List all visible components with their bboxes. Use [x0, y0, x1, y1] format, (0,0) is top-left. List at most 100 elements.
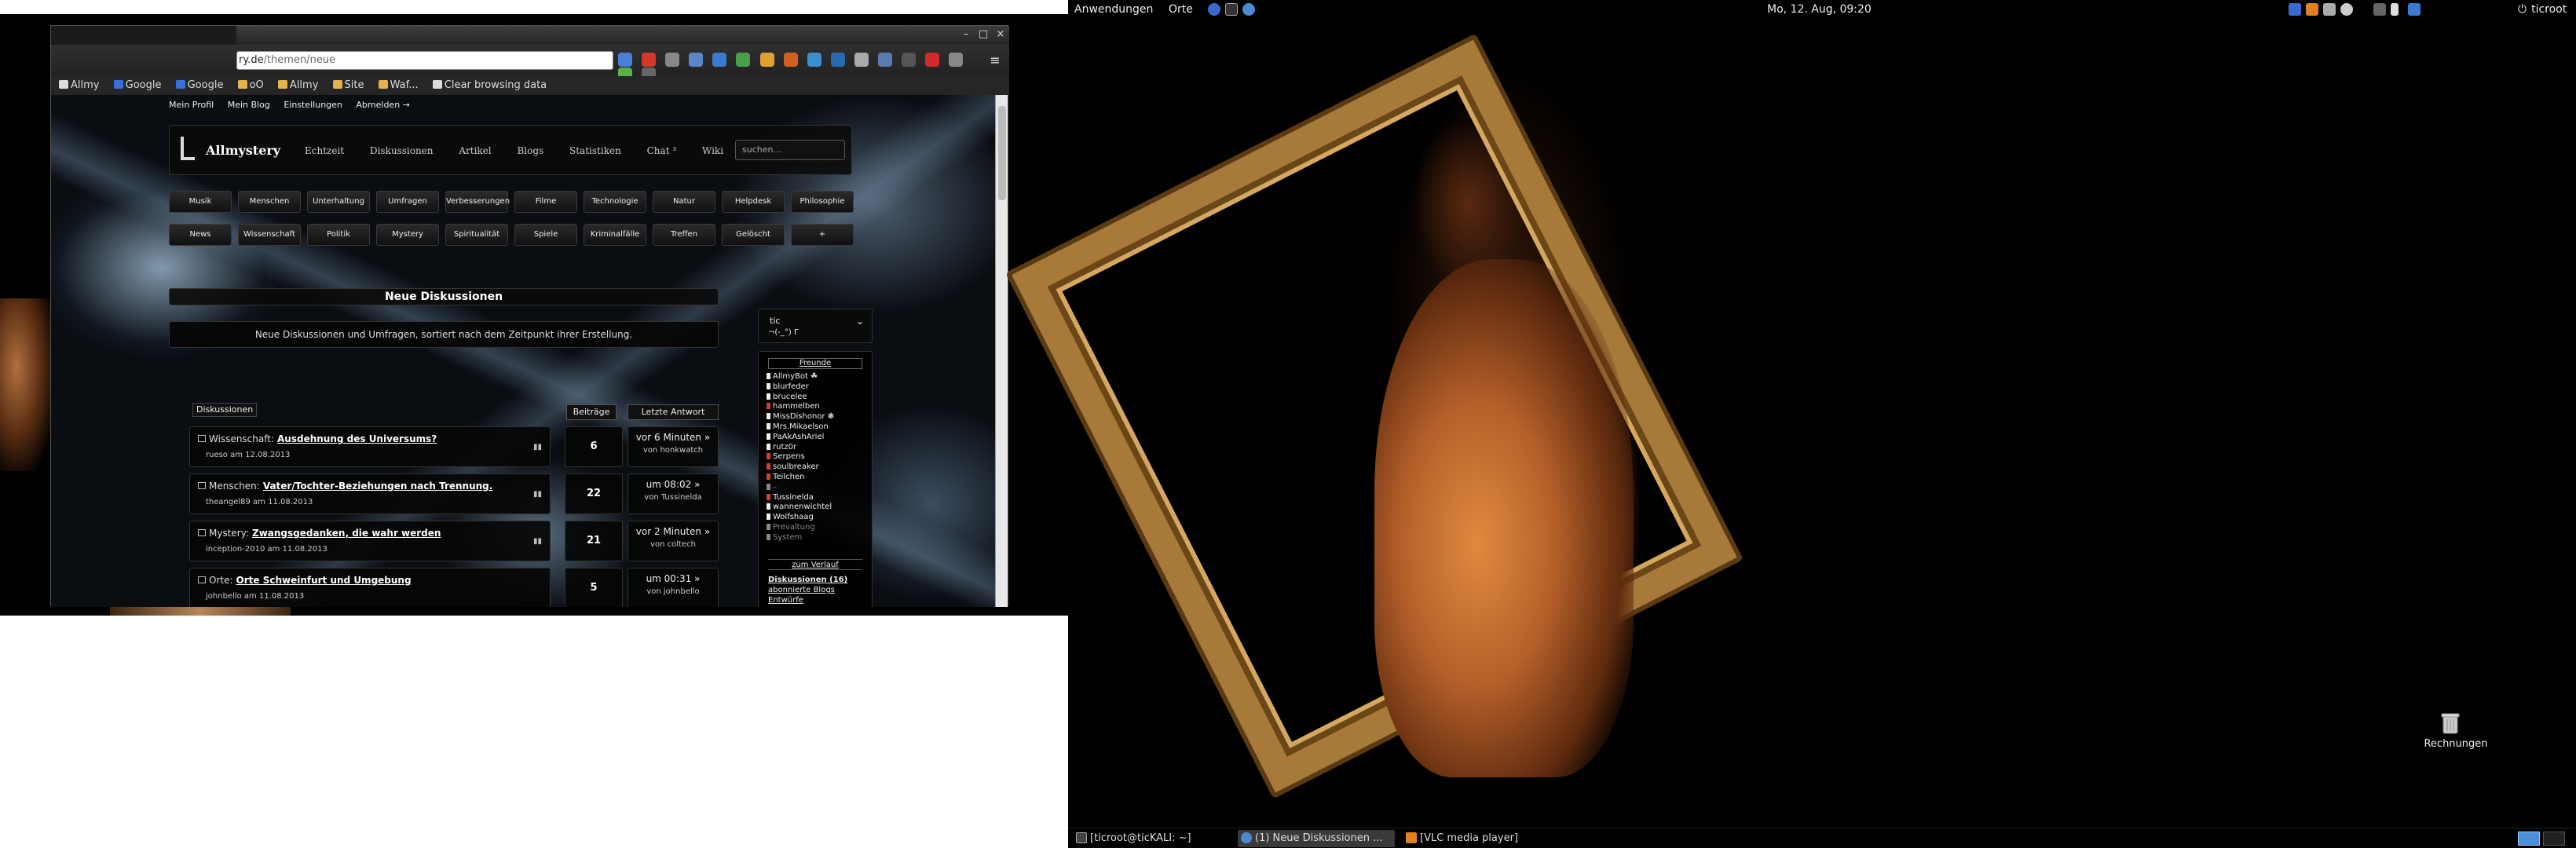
friend-item[interactable]: Prevaltung [767, 523, 869, 533]
extension-icon[interactable] [854, 53, 869, 67]
bookmark-folder[interactable]: Allmy [277, 76, 318, 95]
thread-last-reply[interactable]: um 00:31 » von johnbello [628, 568, 719, 607]
category-button[interactable]: Musik [169, 191, 232, 213]
category-button[interactable]: News [169, 224, 232, 246]
thread-last-reply[interactable]: vor 6 Minuten » von honkwatch [628, 426, 719, 467]
extension-icon[interactable] [807, 53, 821, 67]
network-icon[interactable] [2408, 3, 2420, 16]
last-reply-time[interactable]: vor 2 Minuten » [628, 526, 718, 537]
taskbar-item-vlc[interactable]: [VLC media player] [1403, 830, 1560, 847]
nav-artikel[interactable]: Artikel [459, 145, 491, 156]
search-input[interactable]: suchen... [735, 140, 845, 160]
chevron-down-icon[interactable]: ⌄ [856, 316, 864, 327]
extension-icon[interactable] [642, 53, 657, 67]
desktop-icon-label[interactable]: Rechnungen [2422, 738, 2490, 750]
places-menu[interactable]: Orte [1169, 0, 1193, 19]
maximize-button[interactable]: □ [976, 28, 990, 41]
extension-icon[interactable] [665, 53, 680, 67]
kali-launcher-icon[interactable] [1208, 3, 1220, 16]
friend-item[interactable]: soulbreaker [767, 462, 869, 473]
nav-echtzeit[interactable]: Echtzeit [305, 145, 344, 156]
thread-title-link[interactable]: Vater/Tochter-Beziehungen nach Trennung. [263, 481, 493, 492]
clock[interactable]: Mo, 12. Aug, 09:20 [1767, 0, 1872, 19]
site-logo[interactable]: Allmystery [206, 143, 280, 158]
category-button[interactable]: Politik [307, 224, 370, 246]
friend-item[interactable]: AllmyBot ☘ [767, 372, 869, 382]
gear-icon[interactable] [2340, 3, 2353, 16]
extension-icon[interactable] [783, 53, 798, 67]
close-button[interactable]: × [993, 28, 1008, 41]
thread-category[interactable]: Wissenschaft: [209, 433, 274, 444]
user-panel[interactable]: tic ¬(-_°) Γ ⌄ [758, 309, 873, 343]
bookmark-item[interactable]: Clear browsing data [432, 76, 547, 95]
friend-item[interactable]: MissDishonor ❃ [767, 412, 869, 422]
my-discussions-link[interactable]: Diskussionen (16) [768, 575, 847, 585]
thread-category[interactable]: Mystery: [209, 528, 249, 539]
extension-icon[interactable] [759, 53, 774, 67]
taskbar-item-browser[interactable]: (1) Neue Diskussionen ... [1238, 830, 1395, 847]
volume-icon[interactable] [2373, 3, 2386, 16]
more-categories-button[interactable]: + [791, 224, 854, 246]
thread-title-link[interactable]: Orte Schweinfurt und Umgebung [236, 575, 412, 586]
extension-icon[interactable] [949, 53, 964, 67]
last-reply-time[interactable]: um 00:31 » [628, 573, 718, 584]
friend-item[interactable]: Serpens [767, 452, 869, 462]
friend-item[interactable]: hammelben [767, 402, 869, 412]
bookmark-item[interactable]: Google [175, 76, 223, 95]
category-button[interactable]: Treffen [653, 224, 715, 246]
extension-icon[interactable] [736, 53, 751, 67]
nav-chat[interactable]: Chat ³ [647, 145, 677, 156]
friend-item[interactable]: Wolfshaag [767, 513, 869, 523]
browser-titlebar[interactable]: – □ × [236, 26, 1009, 45]
nav-diskussionen[interactable]: Diskussionen [370, 145, 434, 156]
hamburger-menu-icon[interactable]: ≡ [987, 53, 1003, 68]
friends-header[interactable]: Freunde [768, 358, 862, 369]
browser-launcher-icon[interactable] [1242, 3, 1255, 16]
category-button[interactable]: Mystery [376, 224, 439, 246]
workspace-2[interactable] [2543, 832, 2565, 846]
tray-app-icon[interactable] [2289, 3, 2301, 16]
taskbar-item-terminal[interactable]: [ticroot@ticKALI: ~] [1073, 830, 1230, 847]
username[interactable]: tic [770, 316, 780, 326]
logout-link[interactable]: Abmelden → [356, 100, 409, 110]
category-button[interactable]: Kriminalfälle [584, 224, 646, 246]
settings-link[interactable]: Einstellungen [284, 100, 342, 110]
extension-icon[interactable] [878, 53, 893, 67]
nav-statistiken[interactable]: Statistiken [569, 145, 621, 156]
subscribed-blogs-link[interactable]: abonnierte Blogs [768, 585, 847, 595]
thread-title-link[interactable]: Zwangsgedanken, die wahr werden [252, 528, 441, 539]
extension-icon[interactable] [618, 53, 632, 67]
scroll-thumb[interactable] [998, 106, 1006, 200]
category-button[interactable]: Verbesserungen [445, 191, 510, 213]
applications-menu[interactable]: Anwendungen [1074, 0, 1153, 19]
thread-title-link[interactable]: Ausdehnung des Universums? [277, 433, 437, 444]
terminal-launcher-icon[interactable] [1225, 3, 1238, 16]
category-button[interactable]: Technologie [584, 191, 646, 213]
logo-icon[interactable] [181, 137, 195, 160]
bookmark-item[interactable]: Allmy [59, 76, 99, 95]
category-button[interactable]: Unterhaltung [307, 191, 370, 213]
battery-icon[interactable] [2391, 3, 2399, 16]
nav-blogs[interactable]: Blogs [517, 145, 543, 156]
last-reply-time[interactable]: um 08:02 » [628, 479, 718, 490]
tray-app-icon[interactable] [2323, 3, 2336, 16]
blog-link[interactable]: Mein Blog [228, 100, 270, 110]
category-button[interactable]: Filme [514, 191, 577, 213]
thread-last-reply[interactable]: vor 2 Minuten » von coltech [628, 521, 719, 561]
workspace-1[interactable] [2518, 832, 2540, 846]
thread-category[interactable]: Menschen: [209, 481, 260, 492]
bookmark-item[interactable]: Google [113, 76, 161, 95]
last-reply-time[interactable]: vor 6 Minuten » [628, 432, 718, 443]
category-button[interactable]: Natur [653, 191, 715, 213]
user-menu[interactable]: ⏻ ticroot [2518, 0, 2567, 19]
extension-icon[interactable] [902, 53, 917, 67]
thread-category[interactable]: Orte: [209, 575, 233, 586]
vlc-tray-icon[interactable] [2306, 3, 2318, 16]
trash-icon[interactable] [2438, 710, 2463, 735]
friend-item[interactable]: System [767, 533, 869, 543]
bookmark-folder[interactable]: Waf... [378, 76, 419, 95]
tab-diskussionen[interactable]: Diskussionen [192, 403, 258, 417]
category-button[interactable]: Spiele [514, 224, 577, 246]
drafts-link[interactable]: Entwürfe [768, 595, 847, 605]
friend-item[interactable]: rutz0r [767, 443, 869, 453]
